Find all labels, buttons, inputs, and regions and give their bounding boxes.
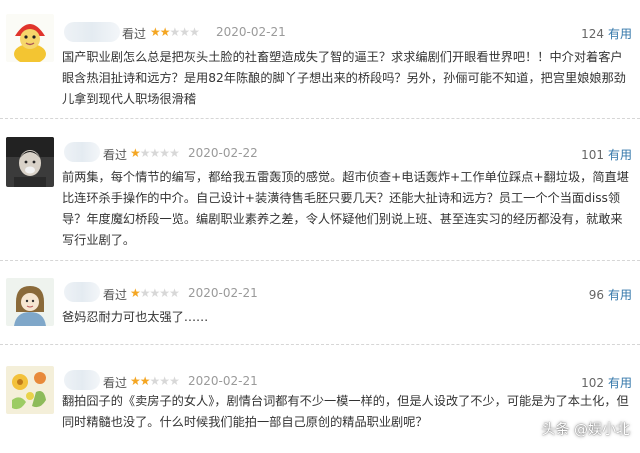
watermark-label: 头条 @娱小北 bbox=[541, 422, 630, 438]
useful-count: 101 bbox=[581, 148, 604, 162]
username-blurred[interactable] bbox=[64, 142, 100, 162]
star-filled-icon: ★ bbox=[150, 25, 161, 39]
star-empty-icon: ★ bbox=[169, 146, 180, 160]
review-date: 2020-02-21 bbox=[188, 374, 258, 388]
useful-vote[interactable]: 102 有用 bbox=[581, 374, 632, 391]
star-filled-icon: ★ bbox=[159, 25, 171, 39]
star-filled-icon: ★ bbox=[139, 374, 151, 388]
watched-label: 看过 bbox=[122, 27, 147, 41]
review-date: 2020-02-21 bbox=[188, 286, 258, 300]
star-empty-icon: ★ bbox=[169, 25, 181, 39]
watched-label: 看过 bbox=[103, 376, 128, 390]
star-filled-icon: ★ bbox=[130, 146, 141, 160]
star-empty-icon: ★ bbox=[169, 286, 180, 300]
username-blurred[interactable] bbox=[64, 370, 100, 390]
mascot-avatar-icon[interactable] bbox=[6, 14, 54, 62]
useful-vote[interactable]: 96 有用 bbox=[589, 286, 632, 303]
rating-stars: ★★★★★ bbox=[150, 25, 200, 39]
star-filled-icon: ★ bbox=[130, 374, 141, 388]
divider bbox=[0, 344, 640, 345]
star-filled-icon: ★ bbox=[130, 286, 141, 300]
useful-count: 102 bbox=[581, 376, 604, 390]
useful-count: 96 bbox=[588, 288, 604, 302]
star-empty-icon: ★ bbox=[159, 286, 170, 300]
useful-vote[interactable]: 101 有用 bbox=[581, 146, 632, 163]
useful-button[interactable]: 有用 bbox=[608, 27, 632, 41]
star-empty-icon: ★ bbox=[159, 374, 170, 388]
person-photo-avatar-icon[interactable] bbox=[6, 137, 54, 187]
divider bbox=[0, 260, 640, 261]
useful-count: 124 bbox=[581, 27, 604, 41]
cartoon-girl-avatar-icon[interactable] bbox=[6, 278, 54, 326]
star-empty-icon: ★ bbox=[189, 25, 200, 39]
divider bbox=[0, 118, 640, 119]
review-text: 爸妈忍耐力可也太强了…… bbox=[62, 310, 209, 324]
useful-button[interactable]: 有用 bbox=[608, 288, 632, 302]
rating-stars: ★★★★★ bbox=[130, 286, 180, 300]
useful-button[interactable]: 有用 bbox=[608, 148, 632, 162]
review-date: 2020-02-22 bbox=[188, 146, 258, 160]
review-text: 国产职业剧怎么总是把灰头土脸的社畜塑造成失了智的逼王？求求编剧们开眼看世界吧！！… bbox=[62, 50, 626, 106]
review-date: 2020-02-21 bbox=[216, 25, 286, 39]
watched-label: 看过 bbox=[103, 148, 128, 162]
rating-stars: ★★★★★ bbox=[130, 374, 180, 388]
review-text: 前两集，每个情节的编写，都给我五雷轰顶的感觉。超市侦查+电话轰炸+工作单位踩点+… bbox=[62, 170, 629, 247]
star-empty-icon: ★ bbox=[149, 146, 161, 160]
star-empty-icon: ★ bbox=[139, 146, 151, 160]
star-empty-icon: ★ bbox=[159, 146, 170, 160]
useful-vote[interactable]: 124 有用 bbox=[581, 25, 632, 42]
useful-button[interactable]: 有用 bbox=[608, 376, 632, 390]
star-empty-icon: ★ bbox=[169, 374, 180, 388]
star-empty-icon: ★ bbox=[149, 374, 161, 388]
rating-stars: ★★★★★ bbox=[130, 146, 180, 160]
star-empty-icon: ★ bbox=[149, 286, 161, 300]
flower-avatar-icon[interactable] bbox=[6, 366, 54, 414]
star-empty-icon: ★ bbox=[179, 25, 190, 39]
username-blurred[interactable] bbox=[64, 22, 120, 42]
watched-label: 看过 bbox=[103, 288, 128, 302]
username-blurred[interactable] bbox=[64, 282, 100, 302]
star-empty-icon: ★ bbox=[139, 286, 151, 300]
